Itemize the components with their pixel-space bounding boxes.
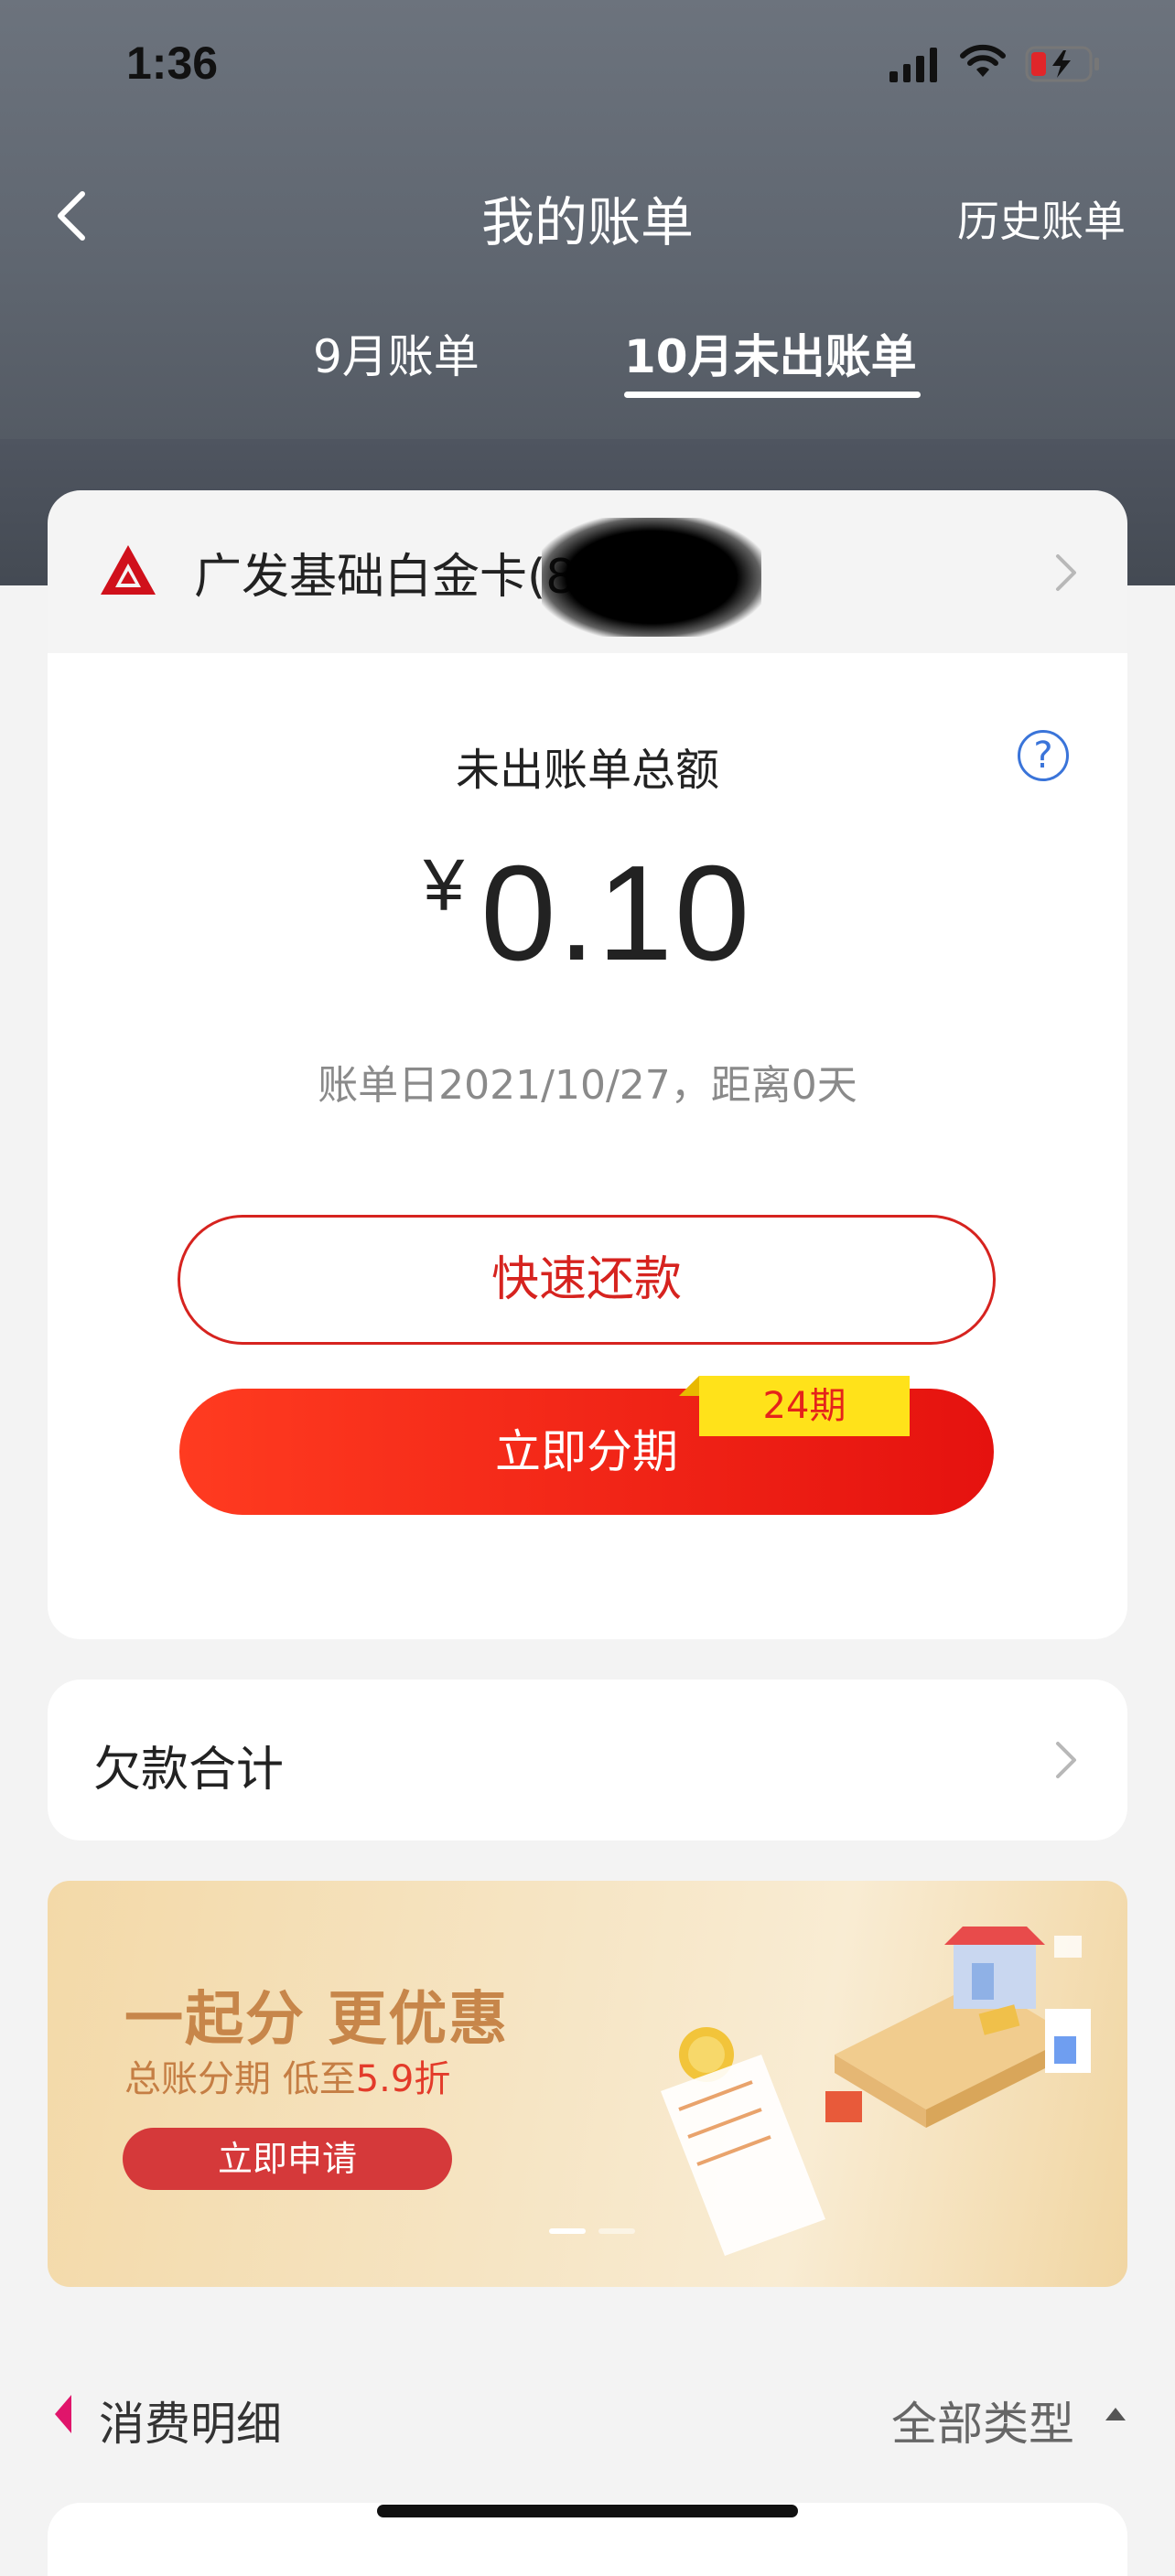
wifi-icon xyxy=(960,44,1006,77)
bill-date-text: 账单日2021/10/27，距离0天 xyxy=(318,1062,857,1109)
carousel-indicator xyxy=(549,2228,635,2234)
cgb-bank-logo-icon xyxy=(101,545,156,595)
banner-subtitle: 总账分期 低至5.9折 xyxy=(124,2058,451,2100)
banner-title: 一起分 更优惠 xyxy=(124,1986,510,2054)
help-question-icon[interactable]: ? xyxy=(1018,730,1069,781)
home-indicator[interactable] xyxy=(377,2505,798,2517)
status-bar: 1:36 xyxy=(0,0,1175,137)
carousel-dot-active xyxy=(549,2228,586,2234)
card-selector[interactable]: 广发基础白金卡(8 xyxy=(48,490,1127,653)
tab-october-unbilled[interactable]: 10月未出账单 xyxy=(624,320,917,386)
quick-repay-button[interactable]: 快速还款 xyxy=(178,1215,996,1345)
promo-banner[interactable]: 一起分 更优惠 总账分期 低至5.9折 立即申请 xyxy=(48,1881,1127,2287)
apply-now-button[interactable]: 立即申请 xyxy=(123,2128,452,2190)
chevron-right-icon xyxy=(1056,554,1076,591)
active-tab-indicator xyxy=(624,392,921,398)
currency-symbol: ¥ xyxy=(423,844,465,926)
debt-total-label: 欠款合计 xyxy=(93,1743,285,1798)
status-time: 1:36 xyxy=(126,38,219,89)
history-bills-link[interactable]: 历史账单 xyxy=(957,188,1126,249)
unbilled-total-label: 未出账单总额 xyxy=(455,745,719,796)
redaction-mark xyxy=(542,518,761,637)
bill-summary-card: 未出账单总额 ? ¥0.10 账单日2021/10/27，距离0天 快速还款 立… xyxy=(48,653,1127,1639)
amount-value: 0.10 xyxy=(480,838,752,989)
tab-september-bill[interactable]: 9月账单 xyxy=(313,320,480,386)
consumption-details-header: 消费明细 全部类型 xyxy=(0,2369,1175,2470)
carousel-dot xyxy=(598,2228,635,2234)
cellular-signal-icon xyxy=(889,44,937,82)
type-filter[interactable]: 全部类型 xyxy=(891,2388,1074,2453)
chevron-right-icon xyxy=(1056,1742,1076,1778)
debt-total-row[interactable]: 欠款合计 xyxy=(48,1680,1127,1841)
battery-icon xyxy=(1025,46,1099,82)
card-name: 广发基础白金卡(8 xyxy=(194,550,577,605)
installment-badge: 24期 xyxy=(679,1376,910,1436)
caret-up-icon[interactable] xyxy=(1104,2406,1127,2422)
unbilled-amount: ¥0.10 xyxy=(48,836,1127,992)
section-marker-icon xyxy=(55,2395,71,2433)
shopping-installment-illustration xyxy=(661,1927,1091,2256)
consumption-details-title: 消费明细 xyxy=(99,2398,282,2451)
